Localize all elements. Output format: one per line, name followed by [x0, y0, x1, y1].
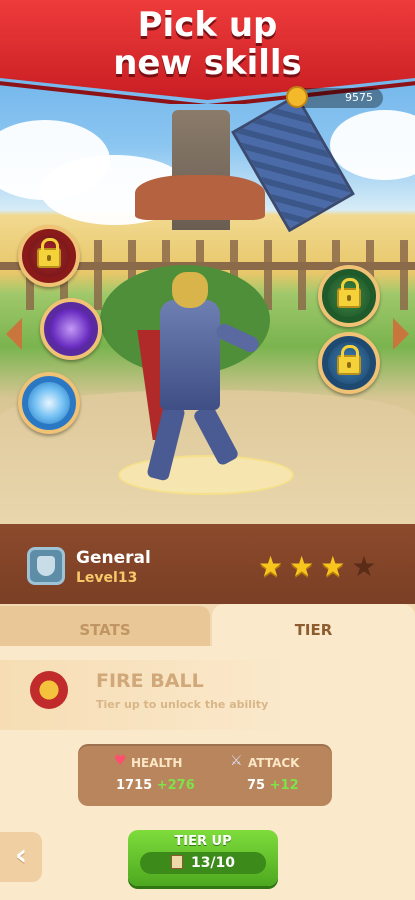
- tier-up-count: 13/10: [140, 852, 266, 874]
- lock-icon: [37, 238, 61, 268]
- lock-icon: [337, 345, 361, 375]
- windmill-roof: [135, 175, 265, 220]
- hero-class-badge: [27, 547, 65, 585]
- hero-name: General: [76, 548, 151, 568]
- star-filled-icon: ★: [289, 550, 315, 583]
- health-value: 1715: [116, 778, 153, 793]
- skill-slot-locked-3[interactable]: [318, 332, 380, 394]
- scroll-icon: [170, 855, 183, 869]
- skill-slot-locked-1[interactable]: [18, 225, 80, 287]
- attack-value: 75: [247, 778, 266, 793]
- skill-slot-lightning[interactable]: [40, 298, 102, 360]
- back-button[interactable]: ‹: [0, 832, 42, 882]
- hero-character[interactable]: [160, 300, 220, 410]
- fireball-icon: [30, 671, 68, 709]
- tier-up-label: TIER UP: [174, 834, 232, 849]
- banner-line-1: Pick up: [137, 5, 278, 45]
- cloud: [330, 110, 415, 180]
- hero-helmet: [172, 272, 208, 308]
- health-bonus: +276: [156, 778, 195, 793]
- ability-name: FIRE BALL: [96, 670, 204, 692]
- lightning-icon: [50, 308, 92, 350]
- star-filled-icon: ★: [258, 550, 284, 583]
- next-hero-arrow-icon[interactable]: [393, 318, 409, 350]
- chevron-left-icon: ‹: [14, 838, 28, 873]
- health-value-row: 1715 +276: [116, 778, 195, 793]
- sword-icon: ⚔: [230, 753, 243, 769]
- attack-value-row: 75 +12: [247, 778, 299, 793]
- attack-bonus: +12: [269, 778, 299, 793]
- star-empty-icon: ★: [351, 550, 377, 583]
- skill-slot-claw[interactable]: [18, 372, 80, 434]
- banner-line-2: new skills: [113, 43, 302, 83]
- currency-display: 9575: [295, 88, 383, 108]
- hero-platform: [118, 455, 294, 495]
- shield-icon: [37, 556, 55, 576]
- banner-title: Pick up new skills: [0, 6, 415, 82]
- tab-tier[interactable]: TIER: [212, 604, 415, 646]
- heart-icon: ♥: [114, 753, 127, 769]
- health-label: HEALTH: [131, 756, 183, 770]
- coin-icon: [286, 86, 308, 108]
- tab-stats[interactable]: STATS: [0, 606, 210, 646]
- lock-icon: [337, 278, 361, 308]
- attack-label: ATTACK: [248, 756, 300, 770]
- currency-amount: 9575: [345, 91, 373, 104]
- tier-count-value: 13/10: [190, 855, 236, 871]
- claw-icon: [28, 382, 70, 424]
- hero-level: Level13: [76, 570, 138, 586]
- skill-slot-locked-2[interactable]: [318, 265, 380, 327]
- ability-description: Tier up to unlock the ability: [96, 698, 269, 711]
- hero-stars: ★ ★ ★ ★: [258, 552, 376, 582]
- star-filled-icon: ★: [320, 550, 346, 583]
- prev-hero-arrow-icon[interactable]: [6, 318, 22, 350]
